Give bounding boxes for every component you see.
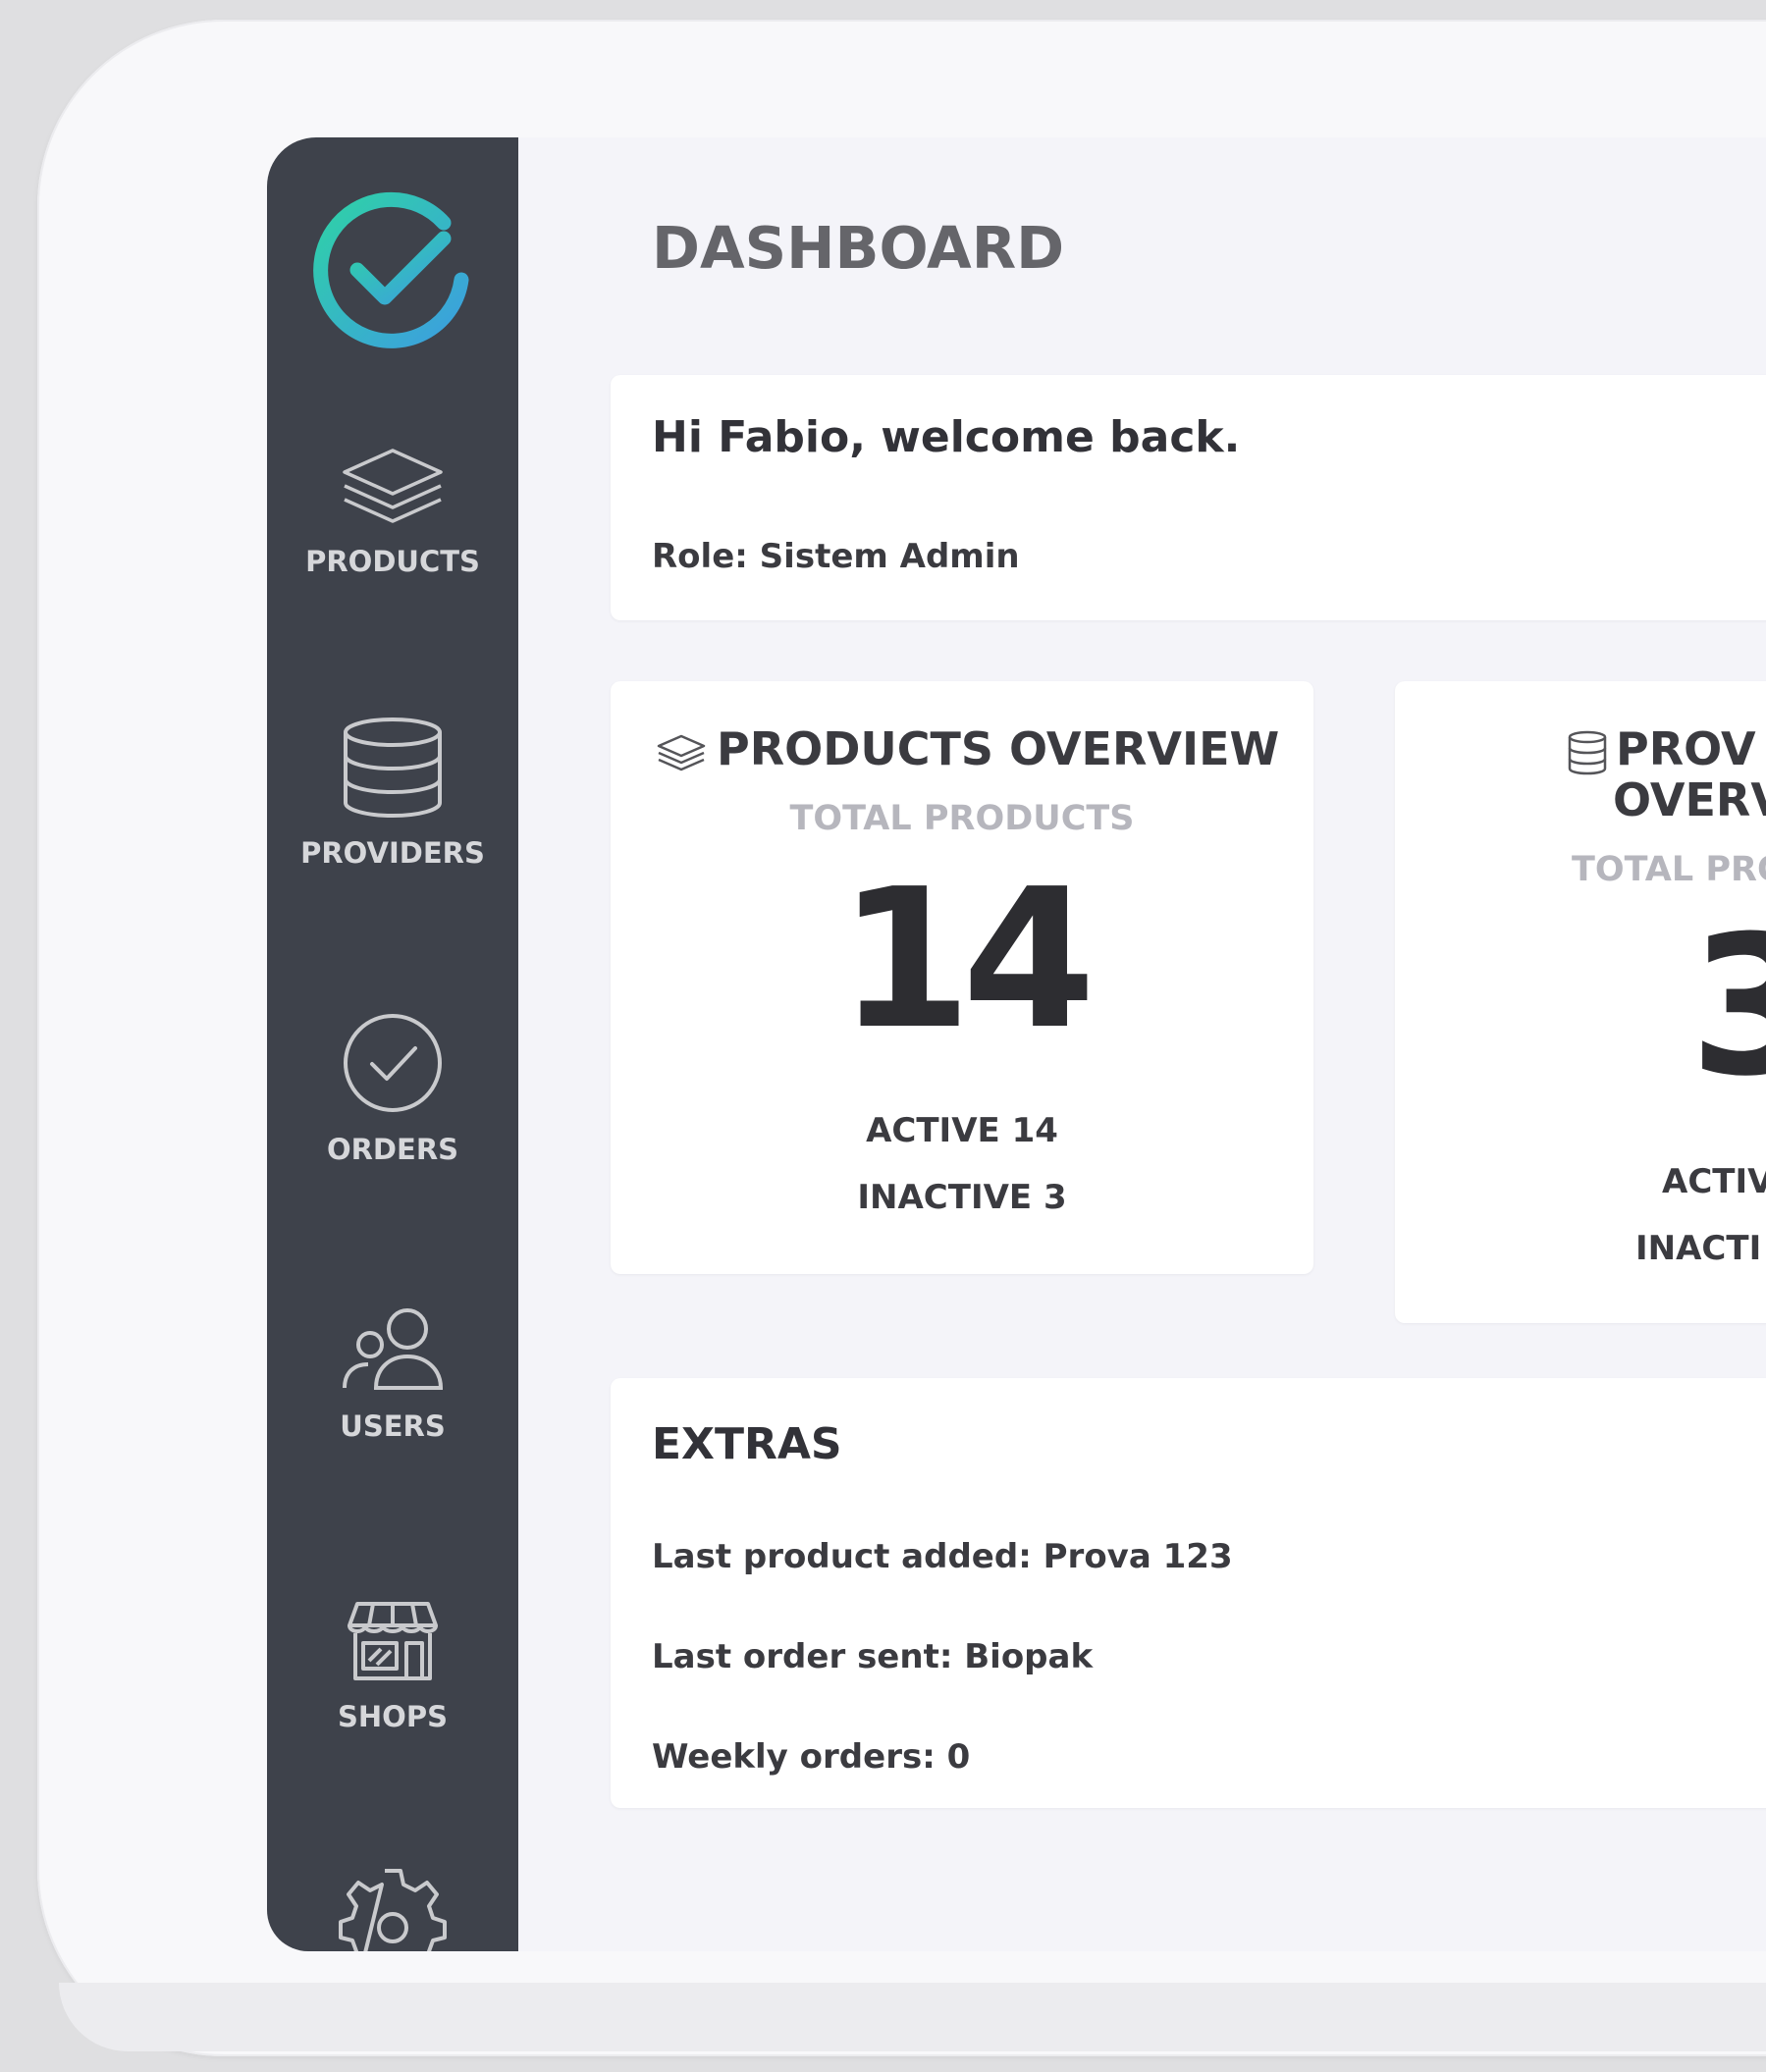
device-frame-bottom bbox=[59, 1983, 1766, 2051]
active-providers: ACTIV bbox=[1662, 1162, 1766, 1201]
total-providers-label: TOTAL PRO bbox=[1572, 850, 1766, 889]
main-content: DASHBOARD Hi Fabio, welcome back. Role: … bbox=[518, 137, 1766, 1951]
sidebar-item-products[interactable]: PRODUCTS bbox=[267, 447, 518, 578]
layers-icon bbox=[343, 449, 443, 523]
sidebar: PRODUCTS PROVIDERS ORDERS USERS SHOPS bbox=[267, 137, 518, 1951]
check-circle-logo-icon bbox=[313, 191, 469, 348]
products-overview-title-text: PRODUCTS OVERVIEW bbox=[717, 722, 1280, 775]
products-overview-card[interactable]: PRODUCTS OVERVIEW TOTAL PRODUCTS 14 ACTI… bbox=[611, 681, 1313, 1274]
sidebar-item-label: PRODUCTS bbox=[305, 545, 480, 578]
user-role: Role: Sistem Admin bbox=[652, 537, 1020, 576]
weekly-orders: Weekly orders: 0 bbox=[652, 1737, 971, 1777]
last-order-sent: Last order sent: Biopak bbox=[652, 1637, 1094, 1676]
last-product-added: Last product added: Prova 123 bbox=[652, 1537, 1233, 1576]
users-icon bbox=[343, 1308, 444, 1390]
database-icon bbox=[344, 717, 442, 819]
products-overview-title: PRODUCTS OVERVIEW bbox=[656, 722, 1279, 775]
total-products-label: TOTAL PRODUCTS bbox=[789, 799, 1135, 838]
sidebar-item-providers[interactable]: PROVIDERS bbox=[267, 717, 518, 870]
check-circle-icon bbox=[344, 1014, 442, 1112]
sidebar-item-label: PROVIDERS bbox=[300, 836, 485, 870]
sidebar-item-label: SHOPS bbox=[338, 1700, 448, 1733]
shop-icon bbox=[348, 1602, 438, 1680]
sidebar-item-orders[interactable]: ORDERS bbox=[267, 1011, 518, 1166]
welcome-card: Hi Fabio, welcome back. Role: Sistem Adm… bbox=[611, 375, 1766, 620]
providers-overview-title-line1: PROV bbox=[1616, 722, 1756, 775]
welcome-greeting: Hi Fabio, welcome back. bbox=[652, 412, 1241, 462]
providers-overview-title: PROV bbox=[1567, 722, 1756, 775]
app-logo[interactable] bbox=[306, 182, 478, 353]
sidebar-item-users[interactable]: USERS bbox=[267, 1307, 518, 1443]
inactive-providers: INACTI bbox=[1635, 1229, 1762, 1268]
gear-icon bbox=[339, 1869, 447, 1951]
sidebar-item-shops[interactable]: SHOPS bbox=[267, 1600, 518, 1733]
extras-title: EXTRAS bbox=[652, 1419, 842, 1469]
sidebar-item-label: USERS bbox=[340, 1409, 446, 1443]
active-products: ACTIVE 14 bbox=[866, 1111, 1058, 1150]
extras-card: EXTRAS Last product added: Prova 123 Las… bbox=[611, 1378, 1766, 1808]
inactive-products: INACTIVE 3 bbox=[857, 1178, 1067, 1217]
providers-overview-card[interactable]: PROV OVERV TOTAL PRO 3 ACTIV INACTI bbox=[1395, 681, 1766, 1323]
database-icon bbox=[1568, 730, 1607, 774]
total-providers-value: 3 bbox=[1689, 895, 1766, 1119]
sidebar-item-settings[interactable] bbox=[267, 1865, 518, 1951]
page-title: DASHBOARD bbox=[652, 214, 1065, 282]
sidebar-item-label: ORDERS bbox=[326, 1133, 459, 1166]
total-products-value: 14 bbox=[837, 848, 1097, 1072]
layers-icon bbox=[657, 734, 706, 770]
providers-overview-title-line2: OVERV bbox=[1613, 773, 1766, 826]
